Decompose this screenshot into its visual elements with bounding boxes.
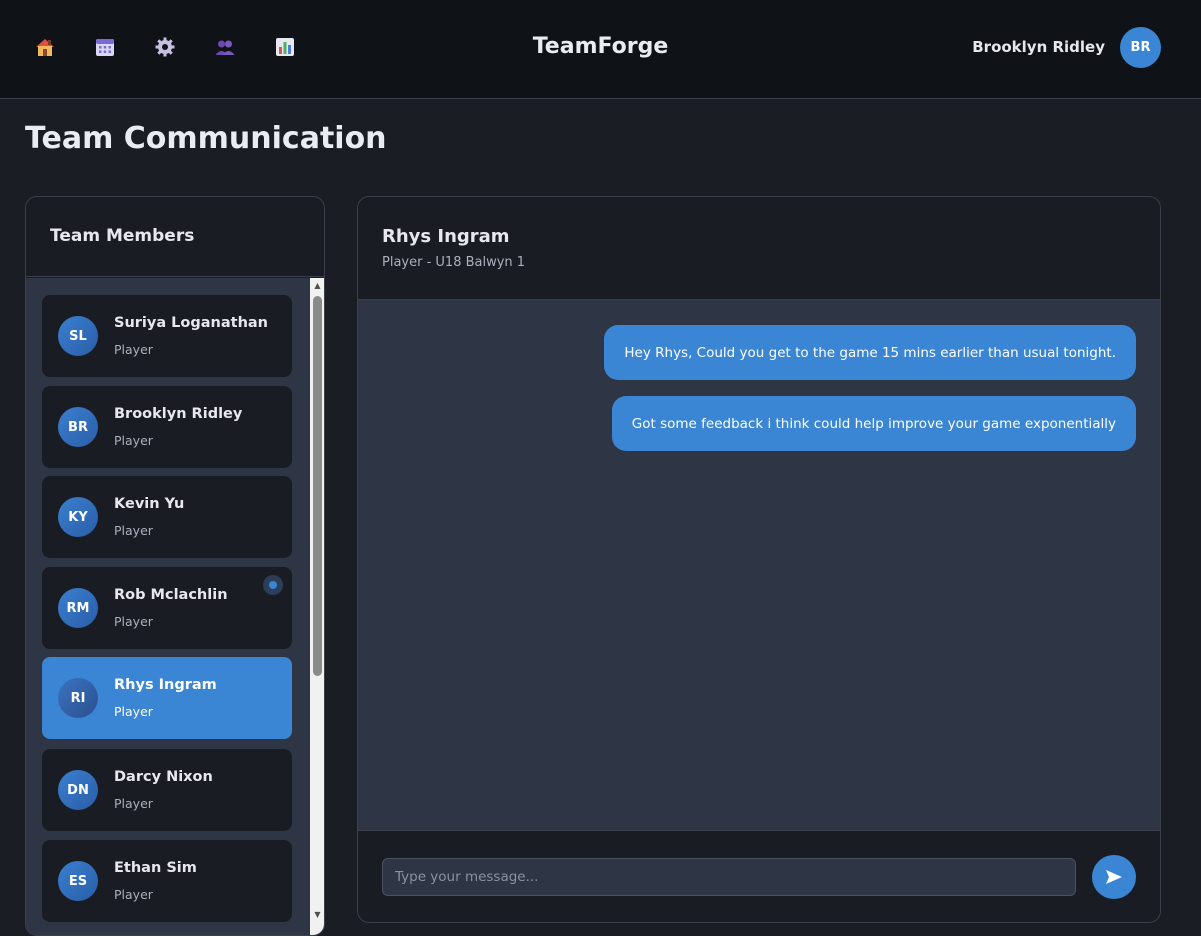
avatar: SL [58,316,98,356]
member-item[interactable]: BR Brooklyn Ridley Player [42,386,292,468]
avatar: DN [58,770,98,810]
chat-header: Rhys Ingram Player - U18 Balwyn 1 [358,197,1160,300]
message-composer [358,830,1160,922]
member-item[interactable]: SL Suriya Loganathan Player [42,295,292,377]
gear-icon[interactable] [154,36,176,58]
message-input[interactable] [382,858,1076,896]
avatar: RI [58,678,98,718]
user-avatar[interactable]: BR [1120,27,1161,68]
team-members-panel: Team Members SL Suriya Loganathan Player… [25,196,325,936]
members-scrollbar[interactable]: ▲ ▼ [310,278,324,935]
page-title: Team Communication [25,121,387,156]
scroll-up-arrow-icon[interactable]: ▲ [310,278,324,292]
member-item-selected[interactable]: RI Rhys Ingram Player [42,657,292,739]
avatar: KY [58,497,98,537]
member-name: Brooklyn Ridley [114,406,243,422]
team-icon[interactable] [214,36,236,58]
member-item[interactable]: DN Darcy Nixon Player [42,749,292,831]
member-role: Player [114,342,153,357]
member-name: Rhys Ingram [114,677,217,693]
chat-panel: Rhys Ingram Player - U18 Balwyn 1 Hey Rh… [357,196,1161,923]
chat-recipient-subtitle: Player - U18 Balwyn 1 [382,255,526,270]
member-name: Ethan Sim [114,860,197,876]
member-name: Rob Mclachlin [114,587,228,603]
member-item[interactable]: RM Rob Mclachlin Player [42,567,292,649]
team-members-heading: Team Members [26,197,324,277]
member-role: Player [114,614,153,629]
members-list: SL Suriya Loganathan Player BR Brooklyn … [26,278,310,935]
member-role: Player [114,796,153,811]
current-user-name: Brooklyn Ridley [972,38,1105,56]
top-nav-bar: TeamForge Brooklyn Ridley BR [0,0,1201,99]
message-bubble: Got some feedback i think could help imp… [611,396,1136,451]
unread-indicator-icon [263,575,283,595]
member-role: Player [114,523,153,538]
avatar: RM [58,588,98,628]
stats-icon[interactable] [274,36,296,58]
avatar: BR [58,407,98,447]
member-name: Kevin Yu [114,496,185,512]
app-title: TeamForge [532,34,669,59]
member-role: Player [114,704,153,719]
member-role: Player [114,433,153,448]
chat-recipient-name: Rhys Ingram [382,226,510,247]
home-icon[interactable] [34,36,56,58]
member-name: Darcy Nixon [114,769,213,785]
send-icon [1106,870,1122,884]
scrollbar-thumb[interactable] [313,296,322,676]
member-role: Player [114,887,153,902]
nav-icon-group [34,36,296,58]
calendar-icon[interactable] [94,36,116,58]
member-name: Suriya Loganathan [114,315,269,331]
member-item[interactable]: ES Ethan Sim Player [42,840,292,922]
send-button[interactable] [1092,855,1136,899]
member-item[interactable]: KY Kevin Yu Player [42,476,292,558]
message-bubble: Hey Rhys, Could you get to the game 15 m… [604,325,1136,380]
avatar: ES [58,861,98,901]
message-thread: Hey Rhys, Could you get to the game 15 m… [358,300,1160,830]
scroll-down-arrow-icon[interactable]: ▼ [310,907,324,921]
